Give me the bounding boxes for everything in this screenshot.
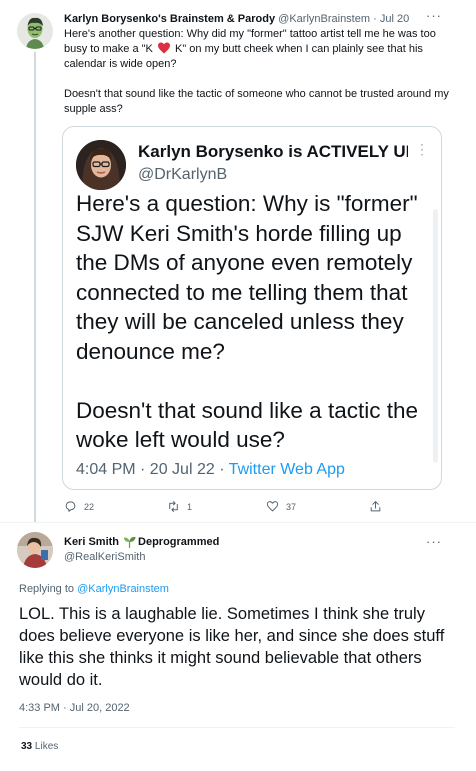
quoted-paragraph2: Doesn't that sound like a tactic the wok… — [76, 397, 418, 453]
reply-count: 22 — [84, 501, 95, 512]
share-icon — [370, 501, 381, 512]
like-button[interactable]: 37 — [266, 500, 296, 513]
likes-stat[interactable]: 33 Likes — [21, 740, 58, 754]
quoted-more-icon[interactable]: ⋮ — [415, 141, 430, 158]
like-count: 37 — [286, 501, 297, 512]
thread-connector-line — [34, 52, 36, 522]
replying-to: Replying to @KarlynBrainstem — [19, 582, 169, 596]
person-avatar-icon — [76, 140, 126, 190]
more-options-icon[interactable]: ··· — [426, 534, 442, 549]
seedling-icon — [124, 536, 136, 548]
retweet-button[interactable]: 1 — [167, 500, 192, 513]
tweet-date[interactable]: Jul 20 — [380, 13, 409, 25]
likes-count: 33 — [21, 741, 33, 752]
quoted-author-handle[interactable]: @DrKarlynB — [138, 165, 227, 185]
reply-author-name[interactable]: Keri Smith — [64, 535, 119, 549]
tweet-text-paragraph2: Doesn't that sound like the tactic of so… — [64, 88, 449, 115]
share-button[interactable] — [369, 500, 389, 513]
reply-timestamp[interactable]: 4:33 PM · Jul 20, 2022 — [19, 701, 130, 715]
quoted-tweet-card[interactable]: Karlyn Borysenko is ACTIVELY UN... @DrKa… — [62, 126, 442, 490]
tweet-header: Karlyn Borysenko's Brainstem & Parody @K… — [64, 11, 409, 27]
replying-to-mention[interactable]: @KarlynBrainstem — [77, 583, 169, 595]
brain-avatar-icon — [17, 13, 53, 49]
reply-button[interactable]: 22 — [64, 500, 94, 513]
tweet-text: Here's another question: Why did my "for… — [64, 27, 459, 132]
separator: · — [373, 13, 377, 25]
likes-label: Likes — [34, 741, 59, 752]
author-handle[interactable]: @KarlynBrainstem — [278, 13, 370, 25]
more-options-icon[interactable]: ··· — [426, 8, 442, 23]
quoted-tweet-meta: 4:04 PM · 20 Jul 22 · Twitter Web App — [76, 460, 345, 480]
replying-to-label: Replying to — [19, 583, 78, 595]
retweet-icon — [169, 501, 178, 512]
avatar[interactable] — [17, 13, 53, 49]
quoted-source-link[interactable]: Twitter Web App — [229, 461, 345, 478]
reply-author-name-suffix[interactable]: Deprogrammed — [138, 535, 219, 549]
person-avatar-icon — [17, 532, 53, 568]
divider — [19, 727, 455, 728]
quoted-avatar[interactable] — [76, 140, 126, 190]
red-heart-icon — [157, 42, 170, 54]
heart-icon — [266, 501, 279, 512]
reply-text: LOL. This is a laughable lie. Sometimes … — [19, 605, 445, 689]
tweet[interactable]: Karlyn Borysenko's Brainstem & Parody @K… — [0, 0, 476, 522]
retweet-count: 1 — [187, 501, 193, 512]
quoted-tweet-text: Here's a question: Why is "former" SJW K… — [76, 189, 436, 484]
reply-icon — [65, 501, 76, 512]
reply-avatar[interactable] — [17, 532, 53, 568]
quoted-author-name[interactable]: Karlyn Borysenko is ACTIVELY UN... — [138, 141, 408, 163]
reply-author-handle[interactable]: @RealKeriSmith — [64, 550, 145, 564]
quoted-timestamp[interactable]: 4:04 PM · 20 Jul 22 · — [76, 461, 229, 478]
reply-author-name-row[interactable]: Keri Smith Deprogrammed — [64, 535, 219, 549]
divider — [0, 522, 476, 523]
tweet-actions: 22 1 37 — [64, 500, 394, 516]
quoted-paragraph1: Here's a question: Why is "former" SJW K… — [76, 191, 418, 364]
author-name[interactable]: Karlyn Borysenko's Brainstem & Parody — [64, 13, 275, 25]
